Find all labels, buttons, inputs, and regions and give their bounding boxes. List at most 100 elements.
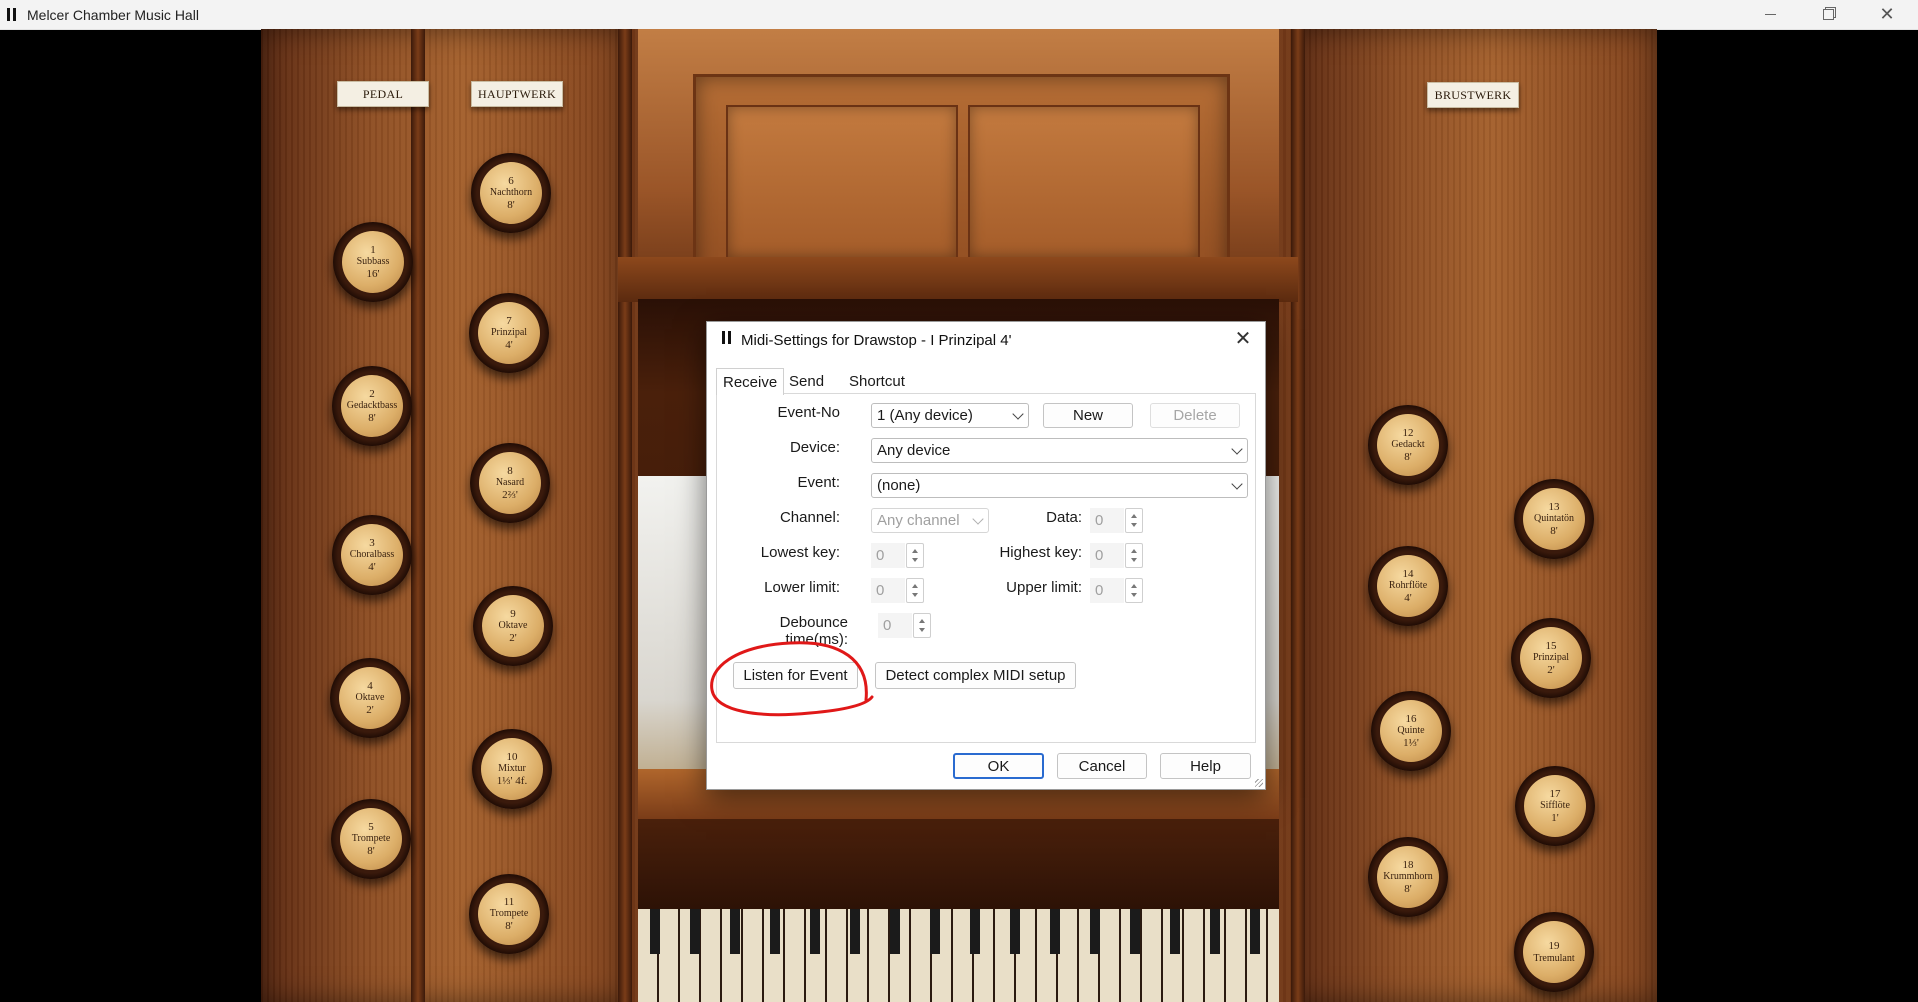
drawstop-trompete-pedal[interactable]: 5 Trompete 8' bbox=[331, 799, 411, 879]
drawstop-gedacktbass[interactable]: 2 Gedacktbass 8' bbox=[332, 366, 412, 446]
drawstop-mixtur[interactable]: 10 Mixtur 1⅓' 4f. bbox=[472, 729, 552, 809]
drawstop-face: 2 Gedacktbass 8' bbox=[341, 375, 403, 437]
drawstop-choralbass[interactable]: 3 Choralbass 4' bbox=[332, 515, 412, 595]
drawstop-tremulant[interactable]: 19 Tremulant bbox=[1514, 912, 1594, 992]
drawstop-sifflote[interactable]: 17 Sifflöte 1' bbox=[1515, 766, 1595, 846]
drawstop-oktave-pedal[interactable]: 4 Oktave 2' bbox=[330, 658, 410, 738]
spin-down-icon bbox=[919, 628, 925, 632]
close-icon: ✕ bbox=[1879, 4, 1895, 24]
resize-grip-icon[interactable] bbox=[1255, 779, 1263, 787]
lowest-key-spinbox[interactable]: 0 bbox=[871, 543, 925, 568]
drawstop-nachthorn[interactable]: 6 Nachthorn 8' bbox=[471, 153, 551, 233]
event-value: (none) bbox=[877, 477, 921, 494]
tab-receive[interactable]: Receive bbox=[716, 368, 785, 395]
left-stop-jamb bbox=[261, 29, 625, 1002]
desk-panel bbox=[968, 105, 1200, 259]
drawstop-face: 15 Prinzipal 2' bbox=[1520, 627, 1582, 689]
spin-buttons[interactable] bbox=[1125, 543, 1143, 568]
debounce-label: Debounce time(ms): bbox=[779, 614, 848, 648]
highest-key-label: Highest key: bbox=[999, 544, 1082, 561]
tab-send[interactable]: Send bbox=[783, 369, 830, 393]
new-event-button[interactable]: New bbox=[1043, 403, 1133, 428]
lower-limit-spinbox[interactable]: 0 bbox=[871, 578, 925, 603]
debounce-spinbox[interactable]: 0 bbox=[878, 613, 932, 638]
drawstop-trompete-hw[interactable]: 11 Trompete 8' bbox=[469, 874, 549, 954]
highest-key-value: 0 bbox=[1090, 543, 1124, 568]
close-icon: ✕ bbox=[1234, 328, 1252, 350]
drawstop-rohrflote[interactable]: 14 Rohrflöte 4' bbox=[1368, 546, 1448, 626]
app-icon bbox=[7, 8, 17, 21]
drawstop-face: 4 Oktave 2' bbox=[339, 667, 401, 729]
spin-buttons[interactable] bbox=[906, 578, 924, 603]
ok-button[interactable]: OK bbox=[953, 753, 1044, 779]
upper-limit-spinbox[interactable]: 0 bbox=[1090, 578, 1144, 603]
drawstop-face: 14 Rohrflöte 4' bbox=[1377, 555, 1439, 617]
drawstop-quinte[interactable]: 16 Quinte 1⅓' bbox=[1371, 691, 1451, 771]
app-icon bbox=[722, 331, 732, 344]
spin-down-icon bbox=[1131, 523, 1137, 527]
drawstop-oktave-hw[interactable]: 9 Oktave 2' bbox=[473, 586, 553, 666]
drawstop-nasard[interactable]: 8 Nasard 2⅔' bbox=[470, 443, 550, 523]
listen-for-event-button[interactable]: Listen for Event bbox=[733, 662, 858, 689]
minimize-button[interactable] bbox=[1741, 0, 1799, 29]
drawstop-face: 9 Oktave 2' bbox=[482, 595, 544, 657]
spin-buttons[interactable] bbox=[1125, 578, 1143, 603]
drawstop-face: 5 Trompete 8' bbox=[340, 808, 402, 870]
spin-buttons[interactable] bbox=[906, 543, 924, 568]
lowest-key-value: 0 bbox=[871, 543, 905, 568]
spin-down-icon bbox=[912, 593, 918, 597]
event-select[interactable]: (none) bbox=[871, 473, 1248, 498]
drawstop-face: 12 Gedackt 8' bbox=[1377, 414, 1439, 476]
drawstop-gedackt[interactable]: 12 Gedackt 8' bbox=[1368, 405, 1448, 485]
debounce-value: 0 bbox=[878, 613, 912, 638]
jamb-divider bbox=[618, 29, 632, 1002]
drawstop-face: 3 Choralbass 4' bbox=[341, 524, 403, 586]
spin-up-icon bbox=[1131, 549, 1137, 553]
drawstop-face: 10 Mixtur 1⅓' 4f. bbox=[481, 738, 543, 800]
highest-key-spinbox[interactable]: 0 bbox=[1090, 543, 1144, 568]
spin-buttons[interactable] bbox=[1125, 508, 1143, 533]
device-label: Device: bbox=[789, 439, 840, 456]
spin-buttons[interactable] bbox=[913, 613, 931, 638]
help-button[interactable]: Help bbox=[1160, 753, 1251, 779]
chevron-down-icon bbox=[1231, 443, 1243, 455]
drawstop-prinzipal-2[interactable]: 15 Prinzipal 2' bbox=[1511, 618, 1591, 698]
drawstop-quintaton[interactable]: 13 Quintatön 8' bbox=[1514, 479, 1594, 559]
channel-label: Channel: bbox=[779, 509, 840, 526]
drawstop-krummhorn[interactable]: 18 Krummhorn 8' bbox=[1368, 837, 1448, 917]
event-no-label: Event-No bbox=[777, 404, 840, 421]
data-spinbox[interactable]: 0 bbox=[1090, 508, 1144, 533]
lower-limit-label: Lower limit: bbox=[764, 579, 840, 596]
spin-down-icon bbox=[1131, 593, 1137, 597]
desk-panel bbox=[726, 105, 958, 259]
lower-limit-value: 0 bbox=[871, 578, 905, 603]
event-no-select[interactable]: 1 (Any device) bbox=[871, 403, 1029, 428]
tab-shortcut[interactable]: Shortcut bbox=[843, 369, 911, 393]
dialog-close-button[interactable]: ✕ bbox=[1231, 327, 1255, 351]
close-window-button[interactable]: ✕ bbox=[1858, 0, 1916, 29]
minimize-icon bbox=[1764, 14, 1776, 15]
chevron-down-icon bbox=[972, 513, 984, 525]
drawstop-subbass[interactable]: 1 Subbass 16' bbox=[333, 222, 413, 302]
upper-limit-value: 0 bbox=[1090, 578, 1124, 603]
data-value: 0 bbox=[1090, 508, 1124, 533]
delete-event-button[interactable]: Delete bbox=[1150, 403, 1240, 428]
drawstop-face: 8 Nasard 2⅔' bbox=[479, 452, 541, 514]
window-title: Melcer Chamber Music Hall bbox=[27, 6, 199, 23]
drawstop-prinzipal-4[interactable]: 7 Prinzipal 4' bbox=[469, 293, 549, 373]
right-stop-jamb bbox=[1291, 29, 1657, 1002]
channel-value: Any channel bbox=[877, 512, 960, 529]
detect-midi-setup-button[interactable]: Detect complex MIDI setup bbox=[875, 662, 1076, 689]
spin-down-icon bbox=[912, 558, 918, 562]
music-desk-area bbox=[618, 29, 1298, 302]
restore-icon bbox=[1822, 9, 1834, 20]
channel-select[interactable]: Any channel bbox=[871, 508, 989, 533]
restore-button[interactable] bbox=[1799, 0, 1857, 29]
jamb-divider bbox=[411, 29, 425, 1002]
division-label-brustwerk: BRUSTWERK bbox=[1427, 82, 1519, 108]
spin-up-icon bbox=[1131, 584, 1137, 588]
division-label-pedal: PEDAL bbox=[337, 81, 429, 107]
drawstop-face: 6 Nachthorn 8' bbox=[480, 162, 542, 224]
cancel-button[interactable]: Cancel bbox=[1057, 753, 1147, 779]
device-select[interactable]: Any device bbox=[871, 438, 1248, 463]
